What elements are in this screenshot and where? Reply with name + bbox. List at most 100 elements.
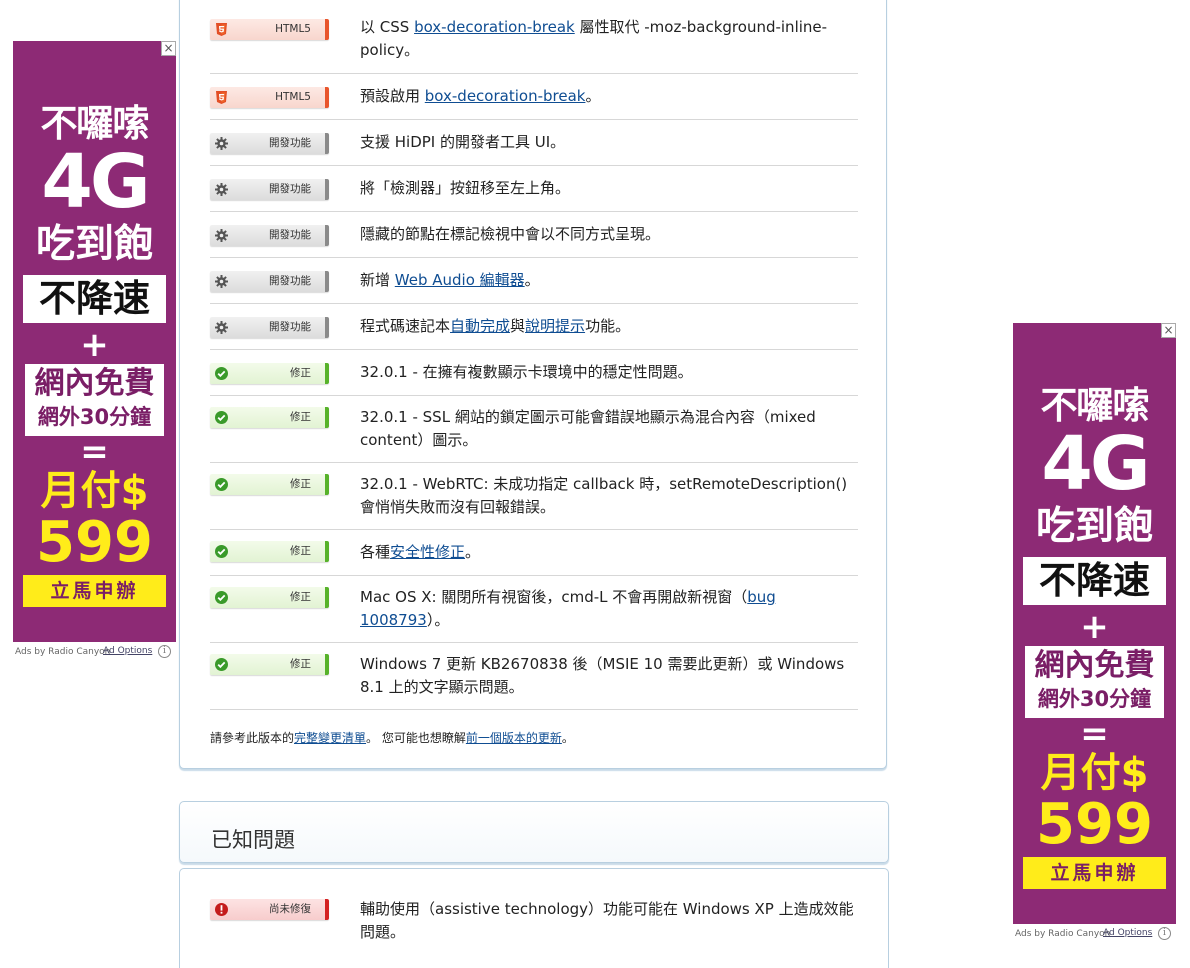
tag-label: 修正 [290, 545, 311, 557]
release-note-link[interactable]: 說明提示 [525, 317, 585, 335]
full-changelog-link[interactable]: 完整變更清單 [294, 731, 366, 745]
tag-known: 尚未修復 [210, 899, 329, 920]
left-ad-footer: Ads by Radio Canyon [15, 647, 110, 657]
left-ad-close-button[interactable]: × [161, 41, 176, 56]
release-note-text: 支援 HiDPI 的開發者工具 UI。 [360, 131, 855, 154]
release-note-row: 修正 32.0.1 - SSL 網站的鎖定圖示可能會錯誤地顯示為混合內容（mixe… [210, 396, 858, 463]
ad-equals-sign: = [1080, 714, 1109, 754]
tag-fix: 修正 [210, 654, 329, 675]
ad-4g-text: 4G [1041, 421, 1150, 507]
release-note-text-part: 功能。 [585, 317, 631, 335]
release-note-text: Mac OS X: 關閉所有視窗後，cmd-L 不會再開啟新視窗（bug 100… [360, 586, 855, 632]
release-note-row: 開發功能 將「檢測器」按鈕移至左上角。 [210, 166, 858, 212]
right-ad-footer: Ads by Radio Canyon [1015, 929, 1110, 939]
footnote-suffix: 。 [561, 731, 574, 745]
release-note-text-part: Windows 7 更新 KB2670838 後（MSIE 10 需要此更新）或… [360, 655, 845, 696]
tag-label: 開發功能 [269, 183, 311, 195]
ad-no-throttle-box: 不降速 [1023, 557, 1166, 605]
release-note-link[interactable]: Web Audio 編輯器 [395, 271, 525, 289]
ad-calls-box: 網內免費 網外30分鐘 [25, 364, 164, 436]
left-ad-banner[interactable]: × 不囉嗦 4G 吃到飽 不降速 + 網內免費 網外30分鐘 = 月付$ 599… [13, 41, 176, 642]
tag-label: 開發功能 [269, 321, 311, 333]
release-note-link[interactable]: 自動完成 [450, 317, 510, 335]
release-note-row: 開發功能 支援 HiDPI 的開發者工具 UI。 [210, 120, 858, 166]
previous-release-link[interactable]: 前一個版本的更新 [466, 731, 562, 745]
release-note-text: 各種安全性修正。 [360, 541, 855, 564]
ad-4g-text: 4G [41, 139, 150, 225]
ad-equals-sign: = [80, 432, 109, 472]
tag-label: 開發功能 [269, 275, 311, 287]
ad-attribution: Ads by Radio Canyon [15, 647, 111, 657]
ad-monthly-text: 月付$ [40, 468, 149, 514]
release-note-row: 修正 32.0.1 - 在擁有複數顯示卡環境中的穩定性問題。 [210, 350, 858, 396]
gear-icon [214, 274, 229, 289]
ad-apply-button[interactable]: 立馬申辦 [1023, 857, 1166, 889]
tag-dev: 開發功能 [210, 317, 329, 338]
ad-calls-line1: 網內免費 [34, 366, 155, 401]
release-note-text: 新增 Web Audio 編輯器。 [360, 269, 855, 292]
release-note-text-part: ）。 [426, 611, 450, 629]
release-note-text-part: 隱藏的節點在標記檢視中會以不同方式呈現。 [360, 225, 661, 243]
tag-fix: 修正 [210, 541, 329, 562]
release-note-row: HTML5 以 CSS box-decoration-break 屬性取代 -mo… [210, 10, 858, 74]
release-note-text-part: 支援 HiDPI 的開發者工具 UI。 [360, 133, 566, 151]
footnote-prefix: 請參考此版本的 [210, 731, 295, 745]
tag-dev: 開發功能 [210, 179, 329, 200]
tag-fix: 修正 [210, 363, 329, 384]
ad-attribution: Ads by Radio Canyon [1015, 929, 1111, 939]
release-note-text: 程式碼速記本自動完成與說明提示功能。 [360, 315, 855, 338]
tag-dev: 開發功能 [210, 133, 329, 154]
check-circle-icon [214, 590, 229, 605]
check-circle-icon [214, 657, 229, 672]
ad-options-link[interactable]: Ad Options [1103, 928, 1152, 938]
exclamation-circle-icon [214, 902, 229, 917]
info-icon[interactable]: i [158, 645, 171, 658]
gear-icon [214, 136, 229, 151]
right-ad-banner[interactable]: × 不囉嗦 4G 吃到飽 不降速 + 網內免費 網外30分鐘 = 月付$ 599… [1013, 323, 1176, 924]
tag-label: 修正 [290, 591, 311, 603]
left-ad-options[interactable]: Ad Options [103, 646, 152, 656]
release-note-link[interactable]: box-decoration-break [425, 87, 586, 105]
release-note-text-part: 。 [585, 87, 601, 105]
ad-apply-button[interactable]: 立馬申辦 [23, 575, 166, 607]
tag-label: HTML5 [275, 23, 311, 35]
known-issues-title: 已知問題 [211, 828, 295, 852]
ad-plus-sign: + [80, 325, 109, 365]
right-ad-close-button[interactable]: × [1161, 323, 1176, 338]
ad-calls-line1: 網內免費 [1034, 648, 1155, 683]
release-note-link[interactable]: box-decoration-break [414, 18, 575, 36]
ad-calls-line2: 網外30分鐘 [37, 405, 152, 429]
html5-shield-icon [214, 90, 229, 105]
known-issue-row: 尚未修復 輔助使用（assistive technology）功能可能在 Wind… [210, 888, 858, 951]
tag-html5: HTML5 [210, 87, 329, 108]
ad-options-link[interactable]: Ad Options [103, 646, 152, 656]
release-note-text-part: 與 [510, 317, 526, 335]
gear-icon [214, 182, 229, 197]
release-note-row: 開發功能 程式碼速記本自動完成與說明提示功能。 [210, 304, 858, 350]
check-circle-icon [214, 544, 229, 559]
release-note-text-part: 新增 [360, 271, 395, 289]
right-ad-options[interactable]: Ad Options [1103, 928, 1152, 938]
release-note-text: 以 CSS box-decoration-break 屬性取代 -moz-bac… [360, 16, 855, 62]
release-note-row: HTML5 預設啟用 box-decoration-break。 [210, 74, 858, 120]
release-note-text-part: 預設啟用 [360, 87, 425, 105]
known-issue-text: 輔助使用（assistive technology）功能可能在 Windows … [360, 900, 854, 941]
tag-label: 開發功能 [269, 137, 311, 149]
tag-fix: 修正 [210, 587, 329, 608]
release-note-row: 開發功能 新增 Web Audio 編輯器。 [210, 258, 858, 304]
release-note-text-part: 將「檢測器」按鈕移至左上角。 [360, 179, 571, 197]
check-circle-icon [214, 410, 229, 425]
ad-monthly-text: 月付$ [1040, 750, 1149, 796]
release-note-row: 修正 各種安全性修正。 [210, 530, 858, 576]
release-note-text: 隱藏的節點在標記檢視中會以不同方式呈現。 [360, 223, 855, 246]
release-note-link[interactable]: 安全性修正 [390, 543, 465, 561]
ad-price-text: 599 [1036, 792, 1153, 857]
info-icon[interactable]: i [1158, 927, 1171, 940]
footnote-middle: 。 您可能也想瞭解 [366, 731, 466, 745]
tag-html5: HTML5 [210, 19, 329, 40]
release-note-text: 32.0.1 - SSL 網站的鎖定圖示可能會錯誤地顯示為混合內容（mixed … [360, 406, 855, 452]
known-issues-header: 已知問題 [179, 801, 889, 863]
release-note-text-part: Mac OS X: 關閉所有視窗後，cmd-L 不會再開啟新視窗（ [360, 588, 748, 606]
release-note-text: 32.0.1 - WebRTC: 未成功指定 callback 時，setRem… [360, 473, 855, 519]
gear-icon [214, 320, 229, 335]
